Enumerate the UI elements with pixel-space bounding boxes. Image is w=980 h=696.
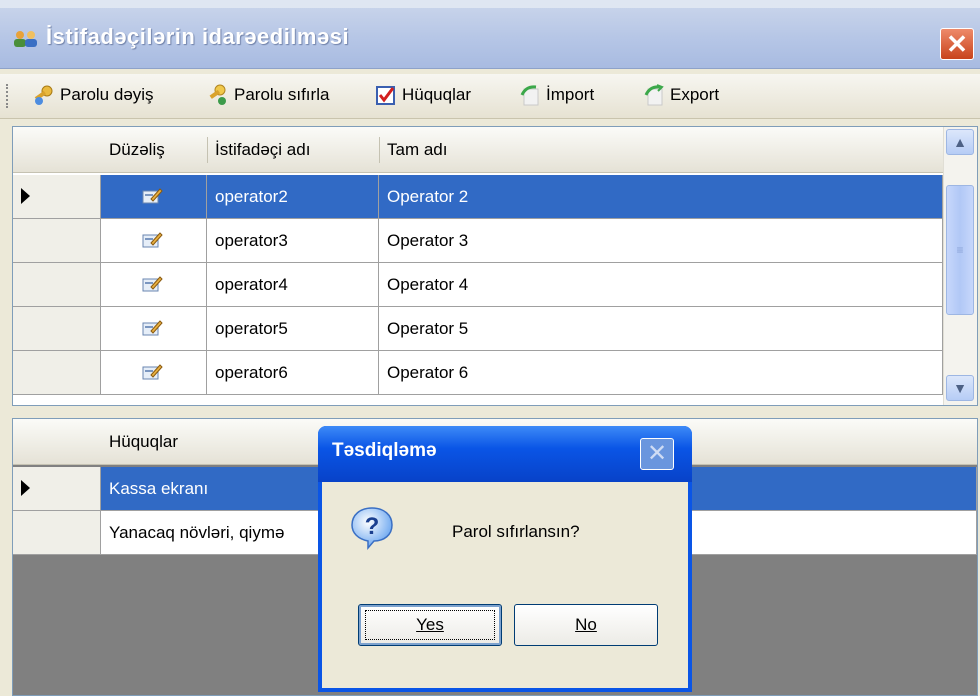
table-row[interactable]: operator2 Operator 2 bbox=[13, 175, 943, 219]
fullname-cell[interactable]: Operator 3 bbox=[379, 219, 943, 263]
grip-icon: ≡ bbox=[956, 243, 964, 257]
scroll-up-button[interactable]: ▲ bbox=[946, 129, 974, 155]
dialog-title-bar[interactable]: Təsdiqləmə ✕ bbox=[318, 426, 692, 482]
table-row[interactable]: operator4 Operator 4 bbox=[13, 263, 943, 307]
users-grid-header: Düzəliş İstifadəçi adı Tam adı bbox=[13, 127, 943, 173]
current-row-arrow-icon bbox=[21, 480, 30, 496]
edit-cell[interactable] bbox=[101, 263, 207, 307]
column-header-edit[interactable]: Düzəliş bbox=[101, 127, 207, 172]
export-button[interactable]: Export bbox=[642, 80, 719, 110]
table-row[interactable]: operator3 Operator 3 bbox=[13, 219, 943, 263]
chevron-up-icon: ▲ bbox=[953, 134, 967, 150]
username-cell[interactable]: operator6 bbox=[207, 351, 379, 395]
edit-cell[interactable] bbox=[101, 175, 207, 219]
username-cell[interactable]: operator4 bbox=[207, 263, 379, 307]
scroll-thumb[interactable]: ≡ bbox=[946, 185, 974, 315]
rights-button[interactable]: Hüquqlar bbox=[374, 80, 471, 110]
current-row-arrow-icon bbox=[21, 188, 30, 204]
fullname-cell[interactable]: Operator 6 bbox=[379, 351, 943, 395]
users-icon bbox=[14, 31, 37, 47]
svg-text:?: ? bbox=[365, 513, 380, 540]
fullname-cell[interactable]: Operator 4 bbox=[379, 263, 943, 307]
checkbox-icon bbox=[376, 86, 395, 105]
users-grid-scrollbar[interactable]: ▲ ≡ ▼ bbox=[943, 127, 977, 405]
change-password-label: Parolu dəyiş bbox=[60, 85, 154, 104]
export-label: Export bbox=[670, 85, 720, 104]
no-button[interactable]: No bbox=[514, 604, 658, 646]
key-reset-icon bbox=[209, 84, 226, 105]
row-header[interactable] bbox=[13, 467, 101, 511]
edit-icon[interactable] bbox=[141, 273, 163, 295]
username-cell[interactable]: operator3 bbox=[207, 219, 379, 263]
edit-cell[interactable] bbox=[101, 307, 207, 351]
edit-cell[interactable] bbox=[101, 219, 207, 263]
users-grid[interactable]: Düzəliş İstifadəçi adı Tam adı operator2… bbox=[12, 126, 978, 406]
edit-icon[interactable] bbox=[141, 185, 163, 207]
row-header[interactable] bbox=[13, 175, 101, 219]
key-user-icon bbox=[34, 85, 53, 105]
reset-password-button[interactable]: Parolu sıfırla bbox=[206, 80, 329, 110]
username-cell[interactable]: operator2 bbox=[207, 175, 379, 219]
window-title: İstifadəçilərin idarəedilməsi bbox=[46, 24, 350, 49]
fullname-cell[interactable]: Operator 5 bbox=[379, 307, 943, 351]
column-header-fullname[interactable]: Tam adı bbox=[379, 127, 939, 172]
row-header[interactable] bbox=[13, 219, 101, 263]
column-header-username[interactable]: İstifadəçi adı bbox=[207, 127, 379, 172]
no-label: No bbox=[575, 615, 597, 634]
close-icon: ✕ bbox=[646, 440, 668, 467]
dialog-body: ? Parol sıfırlansın? Yes No bbox=[322, 482, 688, 688]
import-button[interactable]: İmport bbox=[518, 80, 594, 110]
dialog-title: Təsdiqləmə bbox=[332, 440, 437, 461]
window-top-strip bbox=[0, 0, 980, 8]
row-header[interactable] bbox=[13, 307, 101, 351]
reset-password-label: Parolu sıfırla bbox=[234, 85, 330, 104]
import-label: İmport bbox=[546, 85, 595, 104]
question-icon: ? bbox=[351, 507, 393, 551]
import-icon bbox=[520, 85, 539, 106]
change-password-button[interactable]: Parolu dəyiş bbox=[32, 80, 154, 110]
table-row[interactable]: operator5 Operator 5 bbox=[13, 307, 943, 351]
edit-icon[interactable] bbox=[141, 229, 163, 251]
title-bar[interactable]: İstifadəçilərin idarəedilməsi ✕ bbox=[0, 8, 980, 69]
dialog-message: Parol sıfırlansın? bbox=[452, 522, 580, 541]
edit-cell[interactable] bbox=[101, 351, 207, 395]
edit-icon[interactable] bbox=[141, 361, 163, 383]
table-row[interactable]: operator6 Operator 6 bbox=[13, 351, 943, 395]
row-header[interactable] bbox=[13, 351, 101, 395]
scroll-down-button[interactable]: ▼ bbox=[946, 375, 974, 401]
dialog-close-button[interactable]: ✕ bbox=[640, 438, 674, 470]
focus-rectangle bbox=[365, 610, 495, 640]
username-cell[interactable]: operator5 bbox=[207, 307, 379, 351]
chevron-down-icon: ▼ bbox=[953, 380, 967, 396]
row-header[interactable] bbox=[13, 263, 101, 307]
window-close-button[interactable]: ✕ bbox=[940, 28, 974, 60]
edit-icon[interactable] bbox=[141, 317, 163, 339]
toolbar-grip[interactable] bbox=[6, 84, 11, 108]
export-icon bbox=[644, 84, 664, 106]
confirmation-dialog: Təsdiqləmə ✕ ? Parol sıfırlansın? Yes No bbox=[318, 426, 692, 692]
yes-button[interactable]: Yes bbox=[358, 604, 502, 646]
row-header[interactable] bbox=[13, 511, 101, 555]
toolbar: Parolu dəyiş Parolu sıfırla Hüquqlar İmp… bbox=[0, 74, 980, 119]
rights-label: Hüquqlar bbox=[402, 85, 471, 104]
fullname-cell[interactable]: Operator 2 bbox=[379, 175, 943, 219]
close-icon: ✕ bbox=[946, 29, 968, 59]
